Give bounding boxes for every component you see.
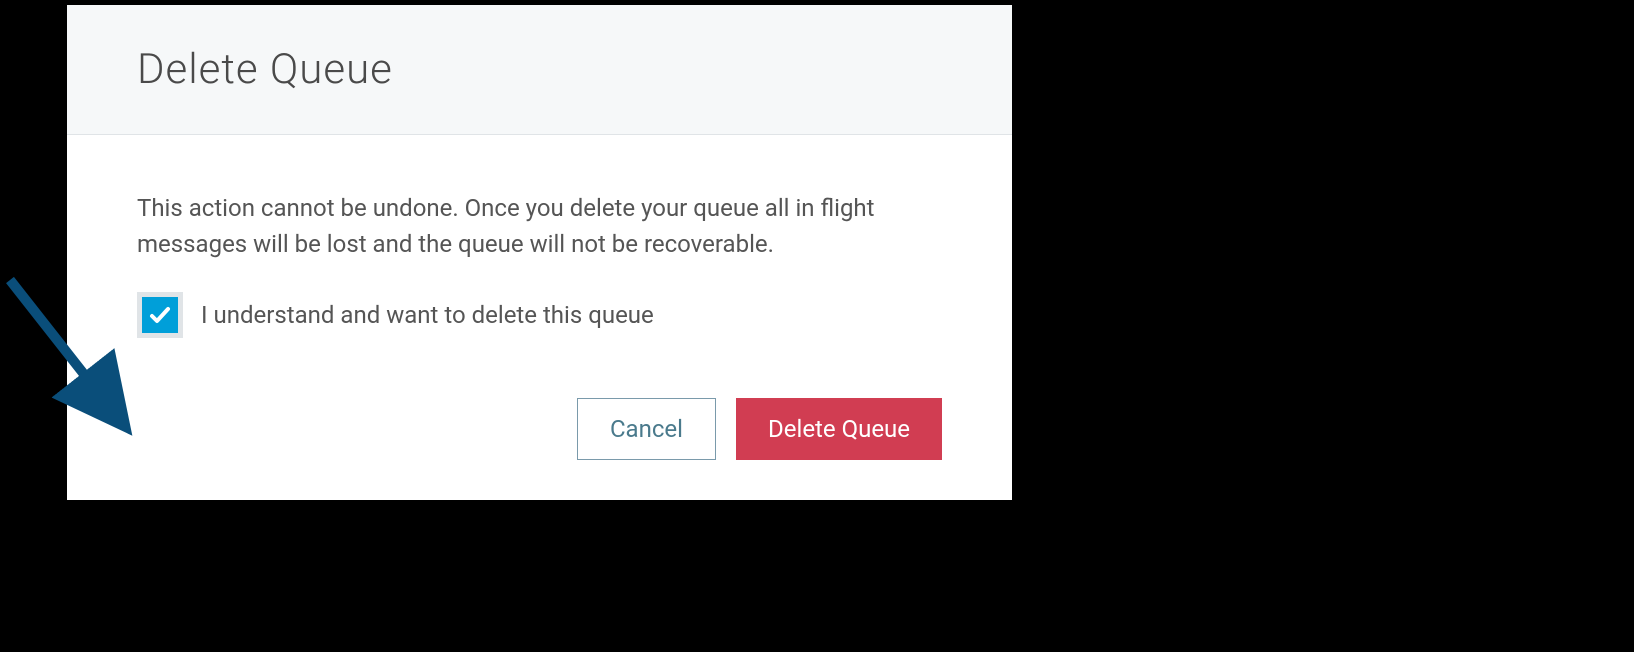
dialog-title: Delete Queue [137,45,942,94]
dialog-body: This action cannot be undone. Once you d… [67,135,1012,368]
delete-queue-dialog: Delete Queue This action cannot be undon… [67,5,1012,500]
dialog-header: Delete Queue [67,5,1012,135]
warning-text: This action cannot be undone. Once you d… [137,190,942,262]
cancel-button[interactable]: Cancel [577,398,716,460]
checkmark-icon [142,297,178,333]
confirm-row: I understand and want to delete this que… [137,292,942,338]
confirm-label: I understand and want to delete this que… [201,301,654,329]
confirm-checkbox[interactable] [137,292,183,338]
dialog-footer: Cancel Delete Queue [67,368,1012,500]
delete-queue-button[interactable]: Delete Queue [736,398,942,460]
